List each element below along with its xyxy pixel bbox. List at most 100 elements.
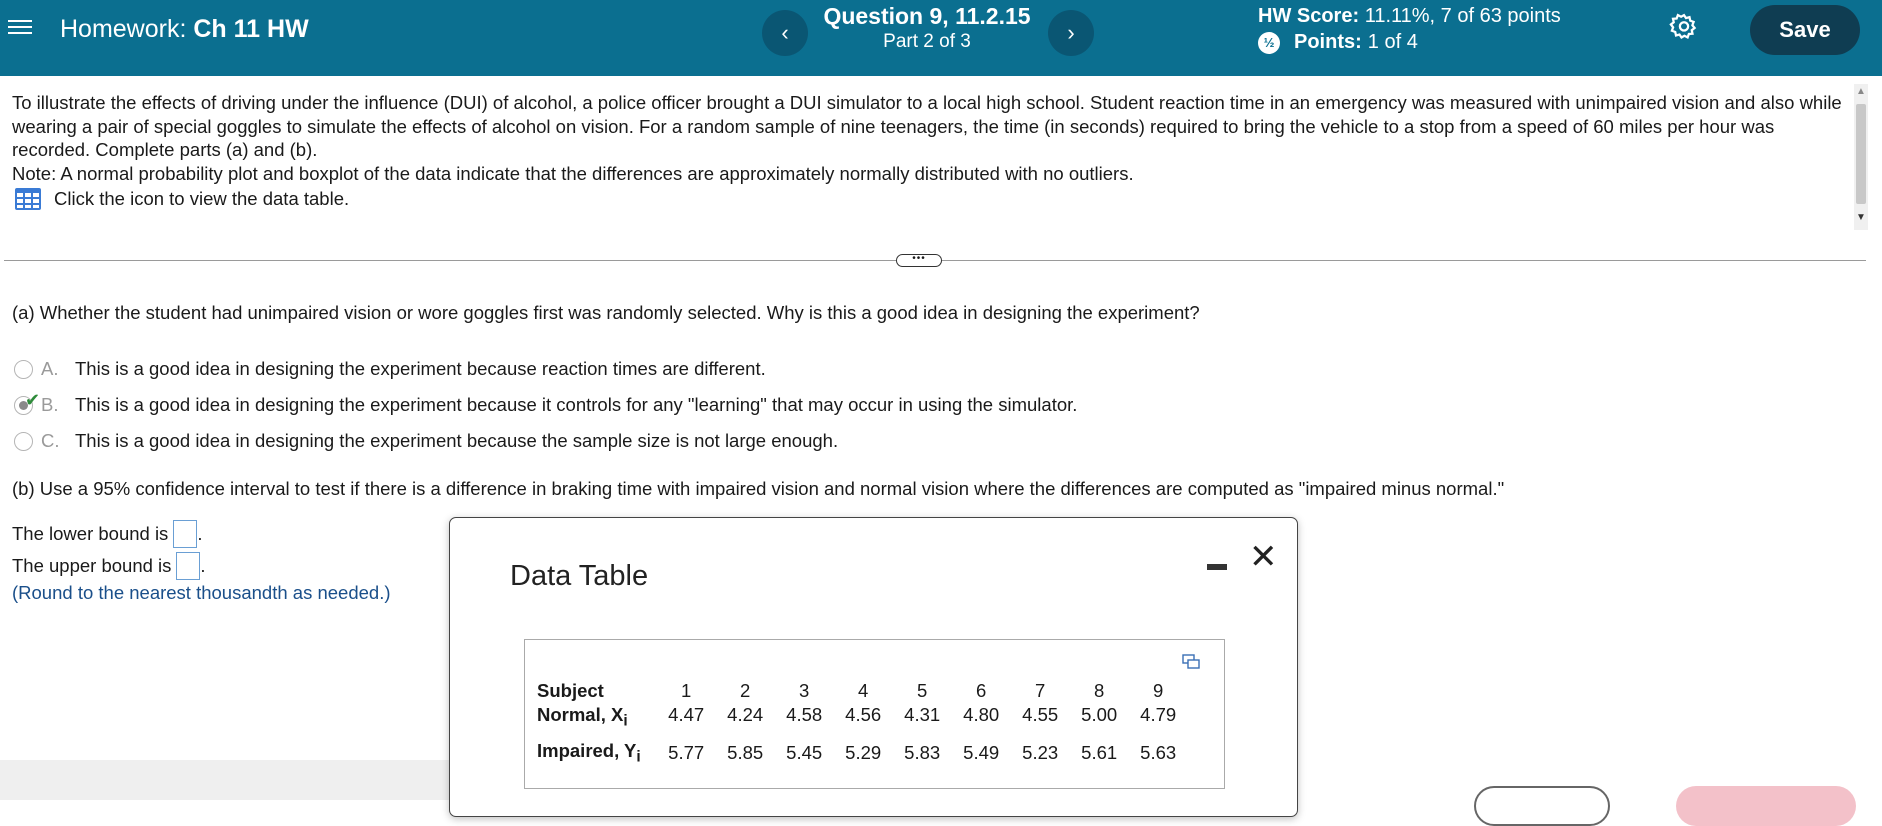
row-label-text: Impaired, Y	[537, 739, 637, 761]
row-label-subscript: i	[636, 748, 641, 766]
points-value: 1 of 4	[1367, 31, 1418, 53]
option-a[interactable]: A. This is a good idea in designing the …	[14, 358, 766, 380]
data-table-dialog: Data Table ✕ Subject 1 2 3 4 5 6 7 8 9 N…	[449, 517, 1298, 817]
cell: 5.63	[1140, 742, 1177, 763]
data-table: Subject 1 2 3 4 5 6 7 8 9 Normal, Xi 4.4…	[537, 678, 1188, 772]
hamburger-menu-icon[interactable]	[8, 16, 32, 40]
cell: 4.55	[1022, 704, 1059, 725]
option-a-radio[interactable]	[14, 359, 33, 379]
data-table-frame: Subject 1 2 3 4 5 6 7 8 9 Normal, Xi 4.4…	[524, 639, 1225, 789]
previous-question-button[interactable]: ‹	[762, 10, 808, 56]
cell: 5	[917, 680, 928, 701]
minimize-icon[interactable]	[1207, 554, 1227, 574]
table-icon	[15, 188, 41, 210]
cell: 5.83	[904, 742, 941, 763]
option-b-text: This is a good idea in designing the exp…	[75, 394, 1078, 415]
dialog-title: Data Table	[510, 560, 649, 592]
option-c-radio[interactable]	[14, 431, 33, 451]
cell: 3	[799, 680, 810, 701]
row-label: Impaired, Yi	[537, 734, 657, 772]
cell: 5.77	[668, 742, 705, 763]
option-b[interactable]: ✔ B. This is a good idea in designing th…	[14, 390, 1078, 416]
cell: 4.79	[1140, 704, 1177, 725]
footer-strip	[0, 760, 450, 800]
part-a-question: (a) Whether the student had unimpaired v…	[12, 302, 1200, 323]
cell: 1	[681, 680, 692, 701]
stem-scrollbar-thumb[interactable]	[1856, 104, 1866, 204]
row-label: Subject	[537, 680, 604, 701]
option-a-letter: A.	[41, 358, 59, 379]
cell: 5.45	[786, 742, 823, 763]
upper-bound-row: The upper bound is .	[12, 552, 206, 580]
cell: 4.56	[845, 704, 882, 725]
cell: 7	[1035, 680, 1046, 701]
lower-bound-period: .	[197, 523, 203, 544]
next-question-button[interactable]: ›	[1048, 10, 1094, 56]
subject-row: Subject 1 2 3 4 5 6 7 8 9	[537, 678, 1188, 704]
partial-credit-icon: ½	[1258, 31, 1280, 54]
cell: 6	[976, 680, 987, 701]
question-title: Question 9, 11.2.15	[823, 3, 1031, 29]
cell: 9	[1153, 680, 1164, 701]
row-label: Normal, Xi	[537, 704, 657, 734]
upper-bound-label: The upper bound is	[12, 555, 172, 576]
lower-bound-row: The lower bound is .	[12, 520, 202, 548]
impaired-row: Impaired, Yi 5.77 5.85 5.45 5.29 5.83 5.…	[537, 734, 1188, 772]
cell: 4.31	[904, 704, 941, 725]
cell: 5.23	[1022, 742, 1059, 763]
homework-name: Ch 11 HW	[193, 15, 309, 43]
cell: 5.49	[963, 742, 1000, 763]
lower-bound-input[interactable]	[173, 520, 198, 548]
option-c-letter: C.	[41, 430, 60, 451]
chevron-right-icon: ›	[1067, 20, 1075, 45]
gear-icon[interactable]	[1669, 12, 1699, 42]
option-a-text: This is a good idea in designing the exp…	[75, 358, 766, 379]
cell: 8	[1094, 680, 1105, 701]
cell: 4.58	[786, 704, 823, 725]
hw-score: HW Score: 11.11%, 7 of 63 points	[1258, 5, 1561, 28]
option-b-radio[interactable]: ✔	[14, 390, 40, 415]
cell: 2	[740, 680, 751, 701]
problem-paragraph: To illustrate the effects of driving und…	[12, 92, 1842, 160]
top-bar: Homework: Ch 11 HW ‹ Question 9, 11.2.15…	[0, 0, 1882, 76]
cell: 4	[858, 680, 869, 701]
cell: 4.47	[668, 704, 705, 725]
problem-note: Note: A normal probability plot and boxp…	[12, 162, 1134, 184]
problem-stem: To illustrate the effects of driving und…	[12, 91, 1842, 185]
row-label-text: Normal, X	[537, 704, 624, 725]
rounding-note: (Round to the nearest thousandth as need…	[12, 582, 391, 603]
scroll-down-arrow-icon[interactable]: ▼	[1856, 212, 1866, 223]
view-data-table-label: Click the icon to view the data table.	[54, 188, 350, 209]
cell: 4.80	[963, 704, 1000, 725]
homework-title: Homework: Ch 11 HW	[60, 15, 309, 44]
cell: 4.24	[727, 704, 764, 725]
upper-bound-period: .	[200, 555, 206, 576]
part-b-question: (b) Use a 95% confidence interval to tes…	[12, 478, 1505, 499]
copy-icon[interactable]	[1182, 654, 1200, 670]
chevron-left-icon: ‹	[781, 20, 789, 45]
lower-bound-label: The lower bound is	[12, 523, 169, 544]
row-label-subscript: i	[623, 712, 628, 730]
homework-label: Homework:	[60, 15, 187, 43]
cell: 5.85	[727, 742, 764, 763]
cell: 5.61	[1081, 742, 1118, 763]
hw-score-label: HW Score:	[1258, 5, 1360, 27]
question-part: Part 2 of 3	[883, 31, 971, 52]
view-data-table-link[interactable]: Click the icon to view the data table.	[14, 187, 349, 211]
hw-score-value: 11.11%, 7 of 63 points	[1364, 5, 1561, 27]
cell: 5.29	[845, 742, 882, 763]
save-button[interactable]: Save	[1750, 5, 1860, 55]
normal-row: Normal, Xi 4.47 4.24 4.58 4.56 4.31 4.80…	[537, 704, 1188, 734]
close-icon[interactable]: ✕	[1249, 540, 1278, 574]
option-c-text: This is a good idea in designing the exp…	[75, 430, 839, 451]
footer-button-right[interactable]	[1676, 786, 1856, 826]
footer-button-left[interactable]	[1474, 786, 1610, 826]
scroll-up-arrow-icon[interactable]: ▲	[1856, 86, 1866, 97]
divider-handle[interactable]: •••	[896, 254, 942, 267]
points: ½ Points: 1 of 4	[1258, 31, 1418, 54]
correct-check-icon: ✔	[25, 389, 41, 410]
option-c[interactable]: C. This is a good idea in designing the …	[14, 430, 838, 452]
option-b-letter: B.	[41, 394, 59, 415]
upper-bound-input[interactable]	[176, 552, 201, 580]
points-label: Points:	[1294, 31, 1362, 53]
